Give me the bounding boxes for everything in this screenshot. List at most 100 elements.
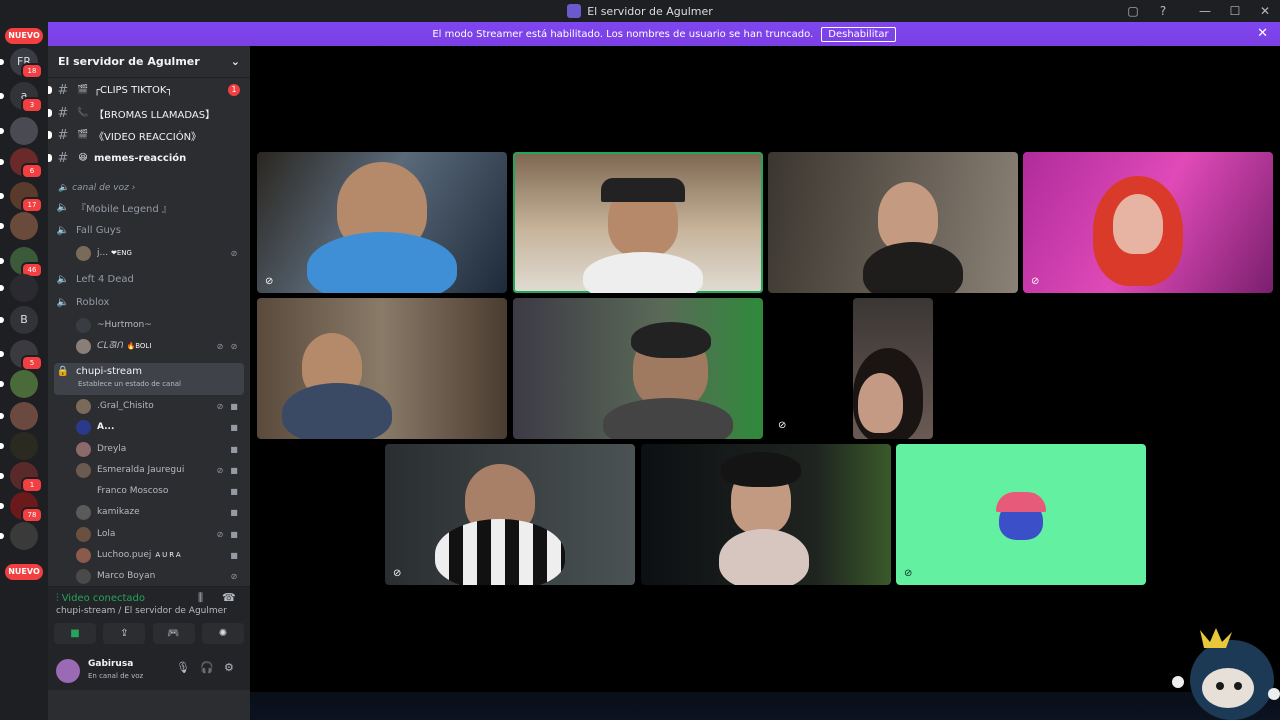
voice-channel-name: chupi-stream: [76, 366, 142, 377]
avatar[interactable]: [56, 659, 80, 683]
headphones-icon[interactable]: 🎧: [200, 661, 214, 674]
server-icon[interactable]: 1: [10, 462, 43, 493]
muted-icon: ⊘: [216, 465, 224, 475]
voice-user[interactable]: A... ■: [76, 418, 240, 436]
voice-user[interactable]: .Gral_Chisito ⊘ ■: [76, 397, 240, 415]
server-icon[interactable]: 6: [10, 148, 43, 179]
server-icon[interactable]: a3: [10, 82, 43, 113]
server-icon[interactable]: B: [10, 306, 38, 334]
voice-user[interactable]: Esmeralda Jauregui ⊘ ■: [76, 461, 240, 479]
voice-user[interactable]: kamikaze ■: [76, 503, 240, 521]
unread-indicator: [0, 533, 4, 539]
window-title: El servidor de Agulmer: [587, 4, 713, 18]
unread-indicator: [0, 351, 4, 357]
voice-user[interactable]: Marco Boyan ⊘: [76, 567, 240, 585]
new-badge[interactable]: NUEVO: [5, 28, 43, 44]
unread-indicator: [0, 223, 4, 229]
server-icon[interactable]: [10, 370, 38, 398]
participant-video: [307, 232, 457, 293]
video-tile[interactable]: ⊘: [896, 444, 1146, 585]
signal-icon: ⫶: [56, 593, 59, 604]
server-icon[interactable]: [10, 522, 38, 550]
video-tile[interactable]: [768, 152, 1018, 293]
server-icon[interactable]: 5: [10, 340, 43, 371]
voice-channel-chupi-stream[interactable]: 🔒 chupi-stream Establece un estado de ca…: [54, 363, 244, 395]
avatar: [76, 483, 91, 499]
unread-indicator: [0, 503, 4, 509]
server-icon[interactable]: FR 18: [10, 48, 43, 79]
voice-user[interactable]: ᑕᒪᘔIᑎ 🔥BOLI ⊘ ⊘: [76, 337, 240, 355]
server-header[interactable]: El servidor de Agulmer ⌄: [48, 46, 250, 78]
noise-suppression-icon[interactable]: ⫼: [198, 591, 203, 605]
close-window-button[interactable]: ✕: [1250, 4, 1280, 18]
voice-user[interactable]: Franco Moscoso ■: [76, 482, 240, 500]
video-tile[interactable]: [513, 298, 763, 439]
video-tile[interactable]: [513, 152, 763, 293]
participant-video: [631, 322, 711, 358]
banner-close-icon[interactable]: ✕: [1257, 26, 1268, 41]
disable-streamer-button[interactable]: Deshabilitar: [821, 26, 896, 42]
help-icon[interactable]: ?: [1148, 4, 1178, 18]
camera-icon: ■: [230, 529, 238, 539]
server-icon[interactable]: [10, 274, 38, 302]
voice-user[interactable]: j... ❤ENG ⊘: [76, 244, 240, 262]
minimize-button[interactable]: —: [1190, 4, 1220, 18]
server-icon[interactable]: [10, 117, 38, 145]
server-icon[interactable]: 78: [10, 492, 43, 523]
voice-user[interactable]: Lola ⊘ ■: [76, 525, 240, 543]
muted-icon: ⊘: [230, 248, 238, 258]
voice-user[interactable]: ~Hurtmon~: [76, 316, 240, 334]
channel-status[interactable]: Establece un estado de canal: [78, 380, 181, 388]
video-tile[interactable]: ⊘: [768, 298, 853, 439]
server-icon[interactable]: 17: [10, 182, 43, 213]
voice-location[interactable]: chupi-stream / El servidor de Agulmer: [56, 606, 227, 616]
voice-channel-roblox[interactable]: 🔈 Roblox: [54, 292, 244, 312]
video-tile[interactable]: [641, 444, 891, 585]
user-panel: Gabirusa En canal de voz 🎙 🎧 ⚙: [48, 651, 250, 685]
server-name: El servidor de Agulmer: [58, 55, 200, 68]
participant-video: [721, 452, 801, 487]
chevron-down-icon: ⌄: [230, 55, 240, 68]
inbox-icon[interactable]: ▢: [1118, 4, 1148, 18]
server-icon[interactable]: [10, 212, 38, 240]
unread-indicator: [0, 128, 4, 134]
channel-name: memes-reacción: [94, 152, 187, 164]
server-icon[interactable]: [10, 432, 38, 460]
microphone-icon[interactable]: 🎙: [176, 661, 190, 674]
camera-icon: ■: [230, 507, 238, 517]
channel-clips-tiktok[interactable]: # 🎬 ┌CLIPS TIKTOK┐ 1: [48, 80, 244, 100]
video-tile[interactable]: ⊘: [385, 444, 635, 585]
window-titlebar: El servidor de Agulmer ▢ ? — ☐ ✕: [0, 0, 1280, 22]
video-tile[interactable]: ⊘: [257, 152, 507, 293]
camera-icon: ■: [230, 550, 238, 560]
avatar: [76, 245, 91, 261]
voice-channel-left-4-dead[interactable]: 🔈 Left 4 Dead: [54, 269, 244, 289]
camera-button[interactable]: ■: [54, 623, 96, 644]
voice-channel-fall-guys[interactable]: 🔈 Fall Guys: [54, 220, 244, 240]
video-tile[interactable]: ⊘: [1023, 152, 1273, 293]
disconnect-icon[interactable]: ☎: [222, 591, 236, 604]
voice-user[interactable]: Dreyla ■: [76, 440, 240, 458]
soundboard-button[interactable]: ✺: [201, 623, 244, 644]
voice-channel-mobile-legend[interactable]: 🔈 『Mobile Legend 』: [54, 197, 244, 217]
unread-indicator: [0, 159, 4, 165]
new-badge[interactable]: NUEVO: [5, 564, 43, 580]
muted-icon: ⊘: [778, 420, 787, 431]
participant-video: [583, 252, 703, 293]
voice-user[interactable]: Luchoo.puej AURA ■: [76, 546, 240, 564]
server-icon[interactable]: [10, 402, 38, 430]
channel-memes-reaccion[interactable]: # 😆 memes-reacción: [48, 148, 244, 168]
voice-user-name: Franco Moscoso: [97, 486, 169, 496]
server-icon[interactable]: 46: [10, 247, 43, 278]
video-tile[interactable]: [257, 298, 507, 439]
gear-icon[interactable]: ⚙: [224, 661, 234, 674]
camera-icon: ■: [230, 465, 238, 475]
voice-connection-panel: ⫶ Video conectado chupi-stream / El serv…: [48, 586, 250, 690]
screen-share-button[interactable]: ⇪: [103, 623, 146, 644]
voice-category[interactable]: 🔈 canal de voz ›: [58, 183, 135, 193]
maximize-button[interactable]: ☐: [1220, 4, 1250, 18]
activity-button[interactable]: 🎮: [152, 623, 195, 644]
channel-bromas-llamadas[interactable]: # 📞 【BROMAS LLAMADAS】: [48, 103, 244, 123]
channel-video-reaccion[interactable]: # 🎬 《VIDEO REACCIÓN》: [48, 125, 244, 145]
video-tile[interactable]: [853, 298, 933, 439]
